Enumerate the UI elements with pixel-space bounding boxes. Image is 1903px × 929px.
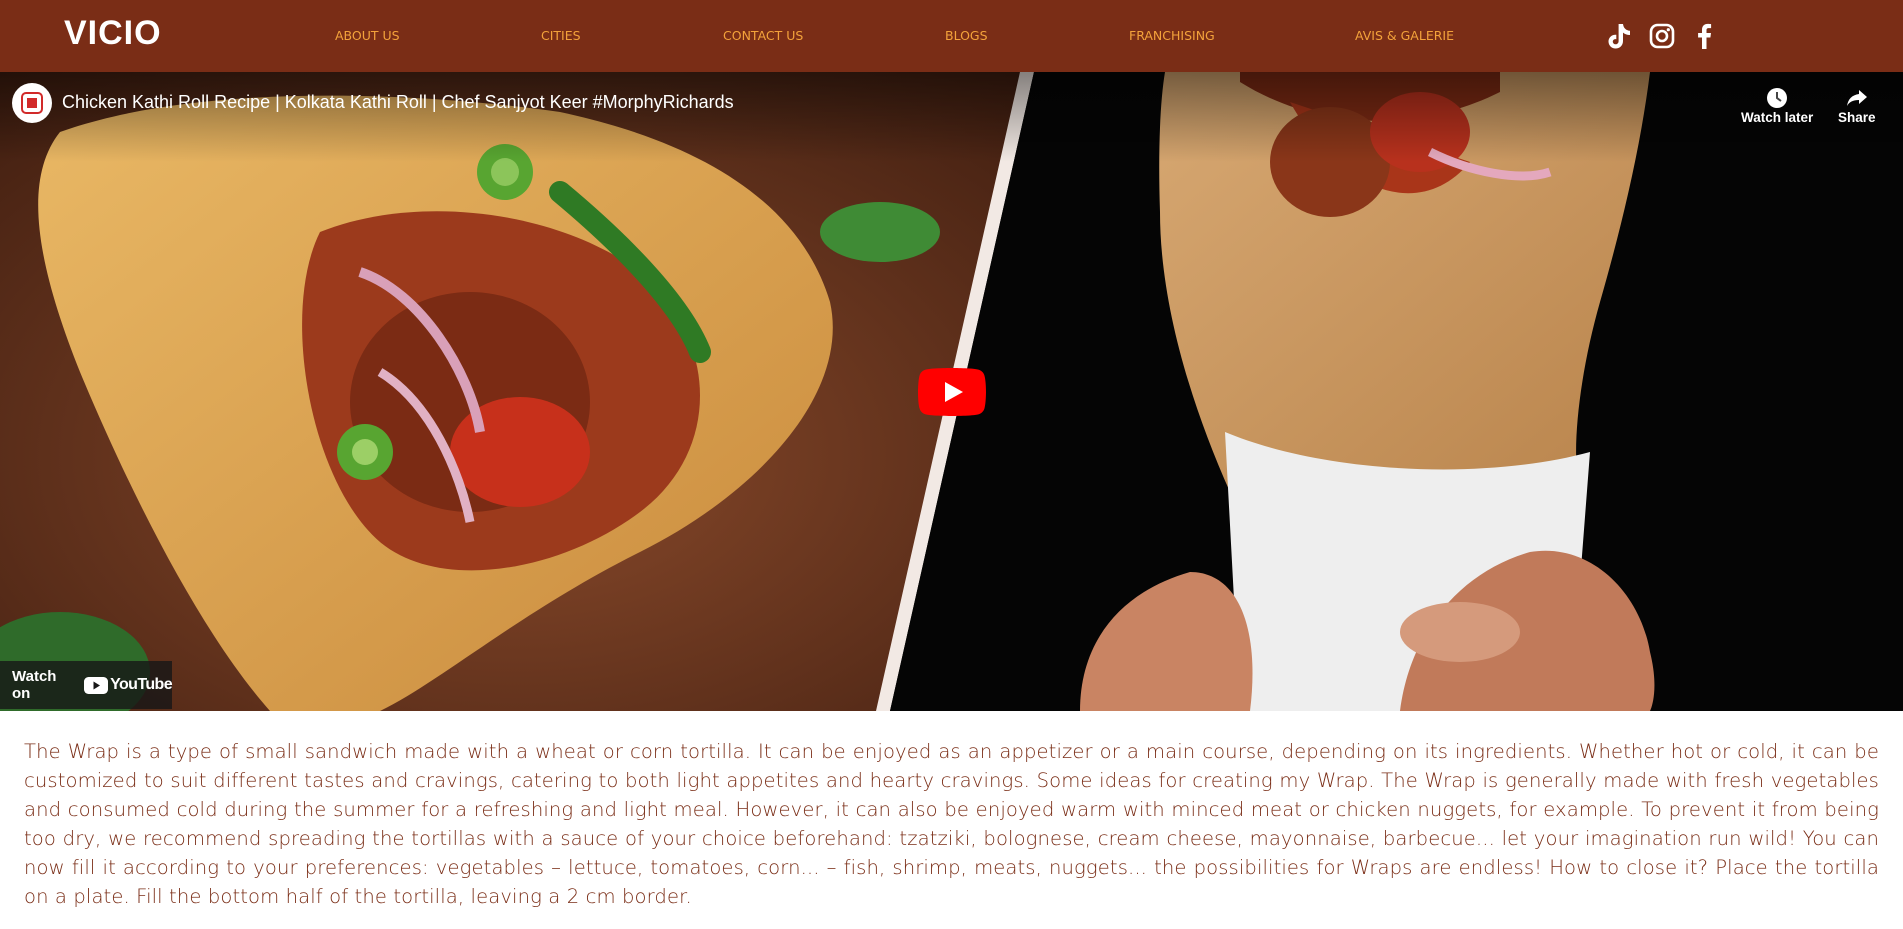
watch-later-label: Watch later [1741,110,1814,125]
share-label: Share [1838,110,1876,125]
channel-avatar[interactable] [12,83,52,123]
video-player[interactable]: Chicken Kathi Roll Recipe | Kolkata Kath… [0,72,1903,711]
nav-contact-us[interactable]: CONTACT US [723,28,803,43]
nav-avis-galerie[interactable]: AVIS & GALERIE [1355,28,1454,43]
share-button[interactable]: Share [1838,86,1876,125]
play-icon [918,368,986,416]
youtube-logo-icon: YouTube [84,676,173,694]
facebook-icon[interactable] [1690,22,1718,50]
instagram-icon[interactable] [1648,22,1676,50]
nav-about-us[interactable]: ABOUT US [335,28,400,43]
share-icon [1846,90,1867,106]
tiktok-icon[interactable] [1605,22,1633,50]
site-logo[interactable]: VICIO [64,14,162,53]
nav-franchising[interactable]: FRANCHISING [1129,28,1215,43]
watch-on-youtube-button[interactable]: Watch on YouTube [0,661,173,709]
nav-blogs[interactable]: BLOGS [945,28,988,43]
play-button[interactable] [918,368,986,416]
watch-later-button[interactable]: Watch later [1741,86,1813,125]
wrap-description-paragraph: The Wrap is a type of small sandwich mad… [24,740,1879,908]
video-title[interactable]: Chicken Kathi Roll Recipe | Kolkata Kath… [62,92,734,113]
video-top-gradient [0,72,1903,162]
site-header: VICIO ABOUT US CITIES CONTACT US BLOGS F… [0,0,1903,72]
youtube-wordmark: YouTube [110,676,172,693]
nav-cities[interactable]: CITIES [541,28,581,43]
channel-logo-icon [21,92,43,114]
clock-icon [1767,88,1788,108]
watch-on-label: Watch on [12,668,57,702]
